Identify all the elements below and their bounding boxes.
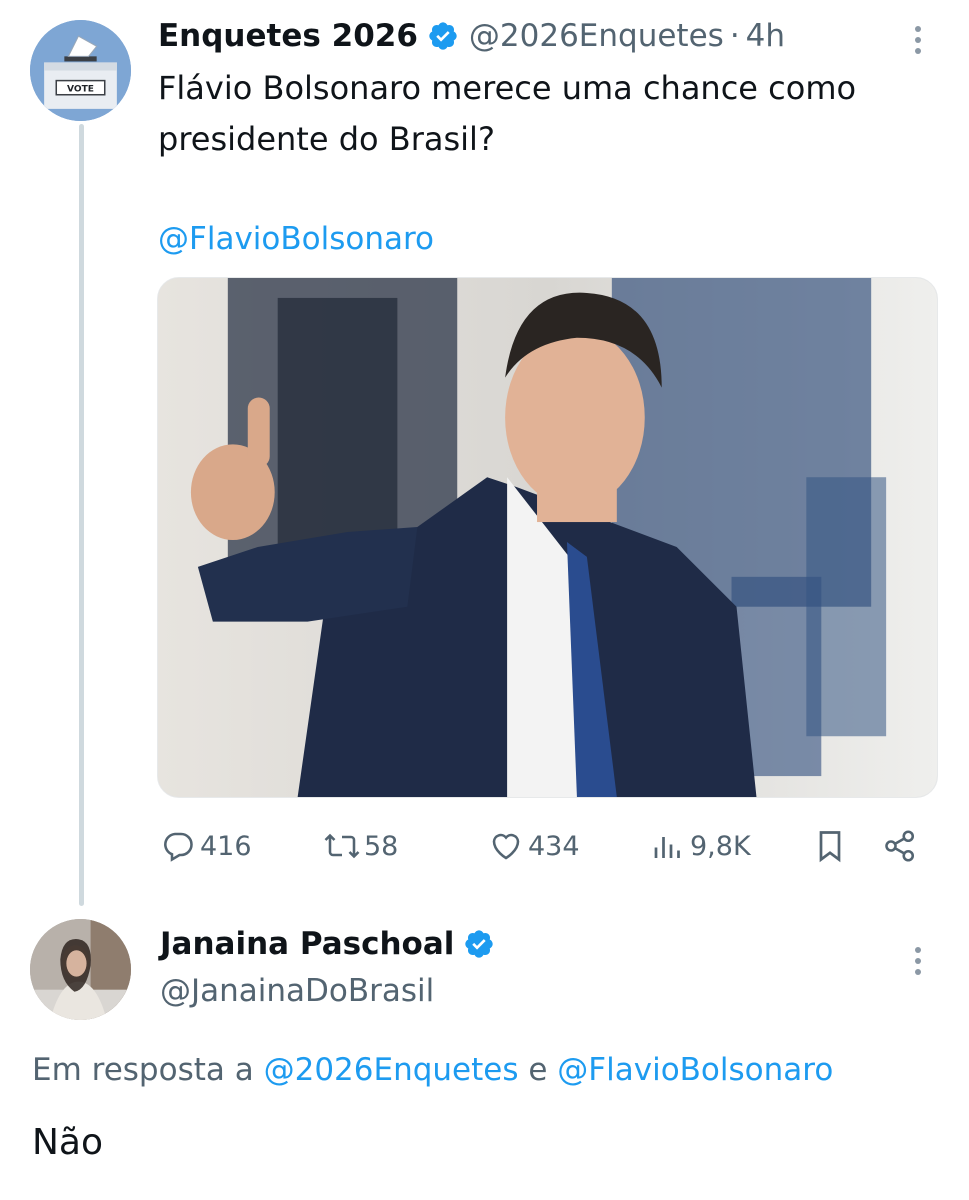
avatar[interactable] bbox=[30, 919, 131, 1020]
parent-tweet[interactable]: Enquetes 2026 @2026Enquetes · 4h Flávio … bbox=[158, 14, 938, 261]
avatar-vote-label: VOTE bbox=[67, 85, 94, 95]
more-icon[interactable] bbox=[906, 22, 930, 62]
reply-to-conjunction: e bbox=[528, 1052, 548, 1088]
avatar[interactable]: VOTE bbox=[30, 20, 131, 121]
bookmark-icon bbox=[812, 828, 848, 864]
share-icon bbox=[882, 828, 918, 864]
reply-icon bbox=[160, 828, 196, 864]
tweet-header: Enquetes 2026 @2026Enquetes · 4h bbox=[158, 14, 938, 58]
reply-button[interactable]: 416 bbox=[160, 822, 252, 870]
more-icon[interactable] bbox=[906, 943, 930, 983]
timestamp[interactable]: 4h bbox=[746, 18, 785, 54]
like-icon bbox=[488, 828, 524, 864]
author-handle[interactable]: @2026Enquetes bbox=[469, 18, 724, 54]
reply-to-mention-2[interactable]: @FlavioBolsonaro bbox=[557, 1052, 833, 1088]
bookmark-button[interactable] bbox=[812, 822, 848, 870]
author-name[interactable]: Enquetes 2026 bbox=[158, 18, 418, 54]
reply-to-prefix: Em resposta a bbox=[32, 1052, 254, 1088]
reply-count: 416 bbox=[200, 830, 252, 862]
mention-link[interactable]: @FlavioBolsonaro bbox=[158, 217, 938, 261]
reply-to-mention-1[interactable]: @2026Enquetes bbox=[264, 1052, 519, 1088]
views-count: 9,8K bbox=[690, 830, 751, 862]
repost-button[interactable]: 58 bbox=[322, 822, 398, 870]
tweet-photo[interactable] bbox=[157, 277, 938, 798]
reply-author[interactable]: Janaina Paschoal bbox=[160, 921, 505, 967]
tweet-actions: 416 58 434 9,8K bbox=[160, 822, 930, 870]
share-button[interactable] bbox=[882, 822, 918, 870]
like-button[interactable]: 434 bbox=[488, 822, 580, 870]
views-button[interactable]: 9,8K bbox=[650, 822, 751, 870]
reply-text: Não bbox=[32, 1122, 104, 1163]
separator-dot: · bbox=[729, 18, 740, 54]
thread-connector-line bbox=[79, 124, 84, 906]
verified-icon bbox=[427, 20, 459, 52]
like-count: 434 bbox=[528, 830, 580, 862]
tweet-text: Flávio Bolsonaro merece uma chance como … bbox=[158, 69, 857, 158]
author-name[interactable]: Janaina Paschoal bbox=[160, 926, 454, 962]
repost-count: 58 bbox=[364, 830, 399, 862]
repost-icon bbox=[322, 828, 362, 864]
views-icon bbox=[650, 828, 686, 864]
in-reply-to-line: Em resposta a @2026Enquetes e @FlavioBol… bbox=[32, 1047, 833, 1093]
verified-icon bbox=[463, 928, 495, 960]
author-handle[interactable]: @JanainaDoBrasil bbox=[160, 968, 434, 1014]
